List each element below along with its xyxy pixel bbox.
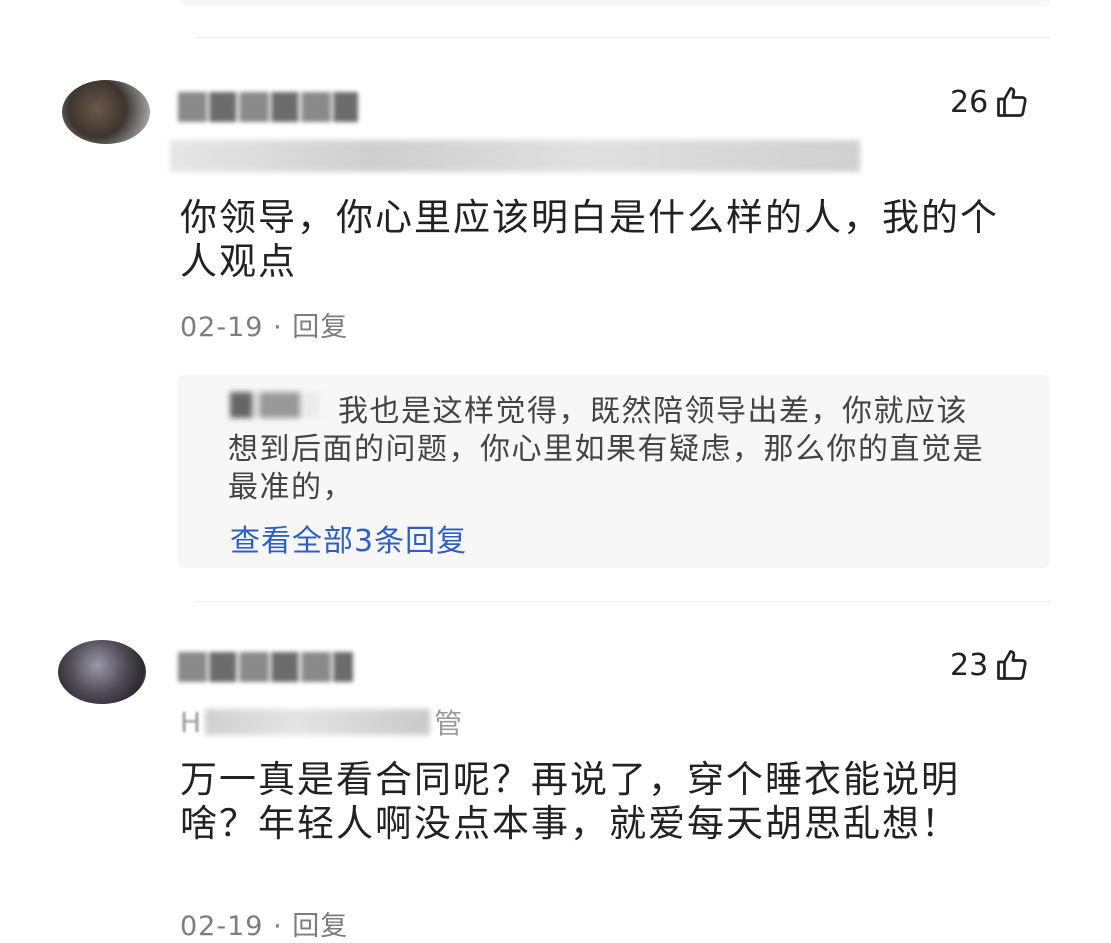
previous-reply-box [180,0,1050,6]
reply-button[interactable]: 回复 [292,911,348,942]
thumbs-up-icon[interactable] [994,84,1030,120]
author-subtitle-suffix: 管 [434,707,463,740]
reply-button[interactable]: 回复 [292,312,348,343]
comment-date: 02-19 [180,911,264,942]
view-all-replies-link[interactable]: 查看全部3条回复 [230,516,467,560]
like-count-value: 23 [950,647,989,683]
comment-text: 你领导，你心里应该明白是什么样的人，我的个人观点 [180,196,999,283]
comment-meta: 02-19 · 回复 [180,904,348,943]
divider [195,37,1050,38]
author-name-blurred[interactable] [178,92,358,122]
author-subtitle-blurred [170,140,860,172]
thumbs-up-icon[interactable] [994,647,1030,683]
author-subtitle-blur [205,709,431,735]
avatar[interactable] [62,80,150,144]
author-subtitle-visible: H [180,705,202,739]
comment-date: 02-19 [180,312,264,343]
divider [195,601,1050,602]
avatar[interactable] [58,640,146,704]
reply-preview-text: 我也是这样觉得，既然陪领导出差，你就应该想到后面的问题，你心里如果有疑虑，那么你… [228,394,984,505]
comment-text: 万一真是看合同呢？再说了，穿个睡衣能说明啥？年轻人啊没点本事，就爱每天胡思乱想！ [180,758,960,845]
meta-separator: · [273,911,283,942]
like-count-value: 26 [950,84,989,120]
comment-meta: 02-19 · 回复 [180,305,348,344]
like-count[interactable]: 26 [950,84,1030,120]
author-subtitle: H 管 [180,702,462,742]
author-name-blurred[interactable] [178,652,353,682]
meta-separator: · [273,312,283,343]
like-count[interactable]: 23 [950,647,1030,683]
